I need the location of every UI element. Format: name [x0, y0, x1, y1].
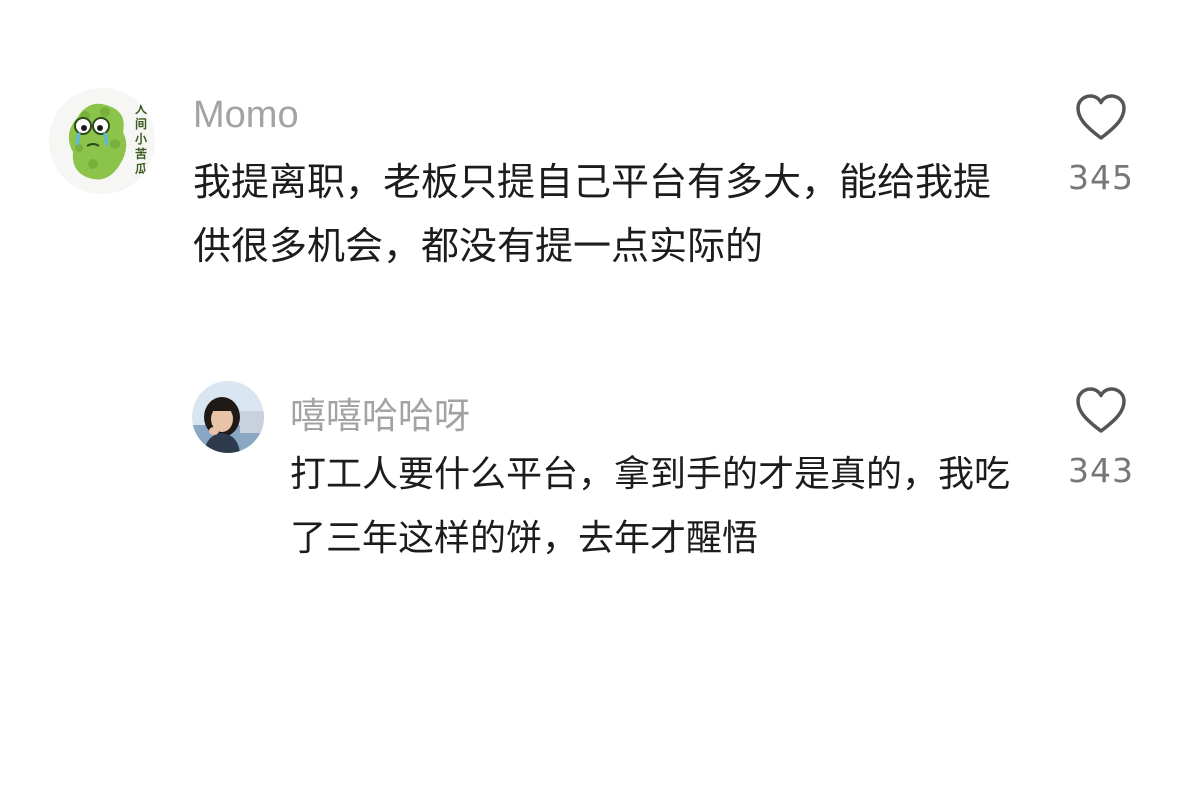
avatar[interactable]: 人间小苦瓜 — [49, 88, 155, 194]
avatar-text: 人间小苦瓜 — [134, 102, 147, 176]
like-count: 345 — [1068, 158, 1134, 197]
comment-text: 我提离职，老板只提自己平台有多大，能给我提供很多机会，都没有提一点实际的 — [193, 160, 992, 268]
like-button[interactable]: 343 — [1056, 387, 1146, 490]
comment-text: 打工人要什么平台，拿到手的才是真的，我吃了三年这样的饼，去年才醒悟 — [290, 454, 1011, 559]
like-button[interactable]: 345 — [1056, 94, 1146, 197]
like-count: 343 — [1068, 451, 1134, 490]
heart-icon — [1076, 94, 1126, 140]
avatar[interactable] — [192, 381, 264, 453]
comment-username[interactable]: Momo — [193, 94, 299, 137]
heart-icon — [1076, 387, 1126, 433]
comment-username[interactable]: 嘻嘻哈哈呀 — [290, 387, 470, 439]
person-photo-avatar-icon — [192, 381, 264, 453]
